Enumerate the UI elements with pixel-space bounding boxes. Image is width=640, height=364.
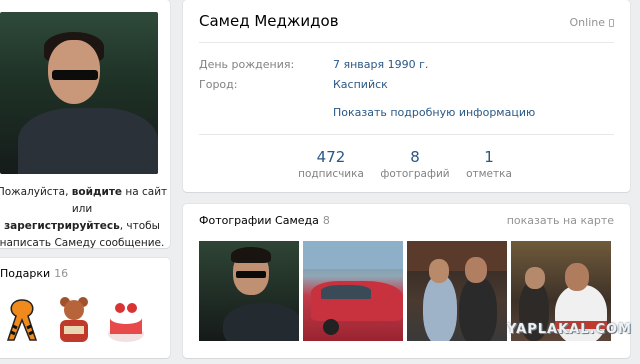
gifts-count: 16	[54, 267, 69, 280]
register-link[interactable]: зарегистрируйтесь	[4, 220, 120, 232]
birthday-value[interactable]: 7 января 1990 г.	[333, 58, 428, 71]
counter-followers[interactable]: 472 подписчика	[291, 148, 371, 180]
watermark: YAPLAKAL.COM	[507, 322, 632, 337]
profile-photo-card: Пожалуйста, войдите на сайт или зарегист…	[0, 0, 170, 249]
photo-thumbnail[interactable]	[407, 241, 507, 341]
profile-name: Самед Меджидов	[199, 12, 339, 30]
divider	[199, 42, 614, 43]
show-more-info-link[interactable]: Показать подробную информацию	[333, 106, 535, 119]
avatar[interactable]	[0, 12, 158, 174]
online-status: Online	[570, 16, 614, 29]
divider	[199, 134, 614, 135]
gifts-header[interactable]: Подарки 16	[0, 267, 68, 280]
login-link[interactable]: войдите	[72, 186, 122, 198]
counter-photos[interactable]: 8 фотографий	[375, 148, 455, 180]
photo-thumbnail[interactable]	[303, 241, 403, 341]
birthday-label: День рождения:	[199, 58, 295, 71]
show-on-map-link[interactable]: показать на карте	[507, 214, 614, 227]
login-prompt: Пожалуйста, войдите на сайт или зарегист…	[0, 186, 168, 249]
gifts-card: Подарки 16	[0, 258, 170, 358]
mobile-icon	[609, 19, 614, 27]
counter-tags[interactable]: 1 отметка	[449, 148, 529, 180]
profile-info-card: Самед Меджидов Online День рождения: 7 я…	[183, 0, 630, 192]
photos-header[interactable]: Фотографии Самеда 8	[199, 214, 330, 227]
photo-thumbnail[interactable]	[199, 241, 299, 341]
gift-teddy-bear[interactable]	[54, 294, 94, 344]
photos-count: 8	[322, 214, 330, 227]
city-label: Город:	[199, 78, 238, 91]
gift-cake[interactable]	[106, 294, 146, 344]
gift-st-george-ribbon[interactable]	[2, 294, 42, 344]
city-value[interactable]: Каспийск	[333, 78, 388, 91]
